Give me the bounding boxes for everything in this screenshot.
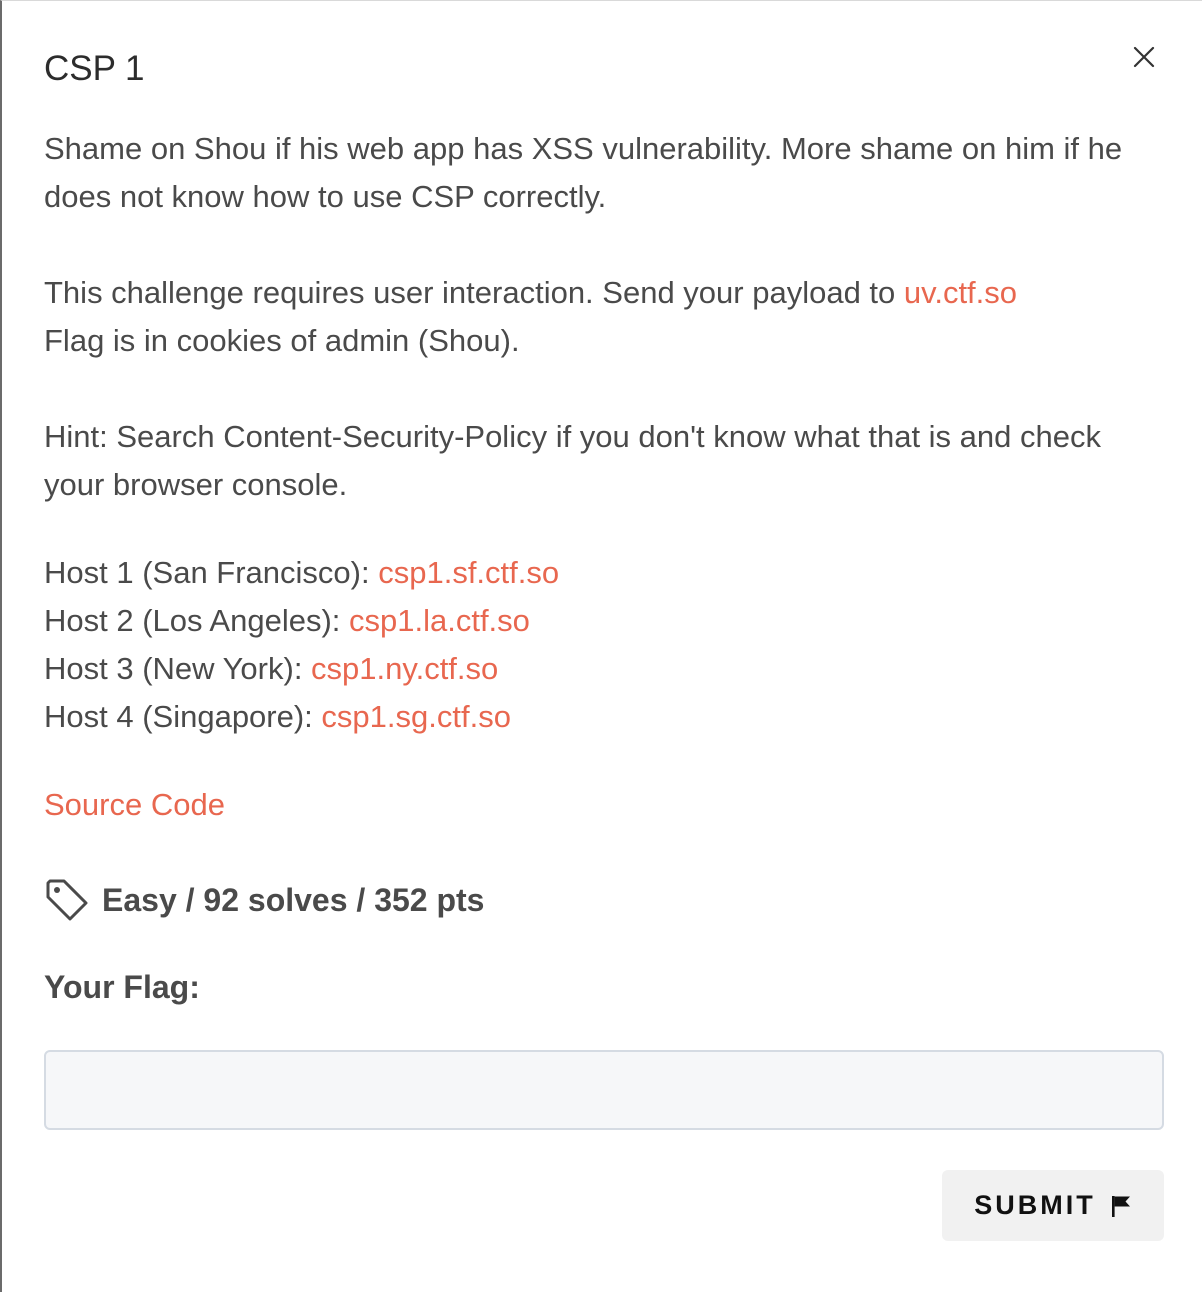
source-code-link[interactable]: Source Code [44, 787, 225, 822]
flag-input[interactable] [44, 1050, 1164, 1130]
challenge-modal: CSP 1 Shame on Shou if his web app has X… [0, 0, 1202, 1292]
flag-icon [1111, 1195, 1130, 1217]
source-code-row: Source Code [44, 781, 225, 829]
host-label: Host 2 (Los Angeles): [44, 603, 349, 638]
submit-label: SUBMIT [974, 1190, 1096, 1220]
host-link-ny[interactable]: csp1.ny.ctf.so [311, 651, 498, 686]
payload-link[interactable]: uv.ctf.so [904, 275, 1017, 310]
challenge-meta: Easy / 92 solves / 352 pts [44, 873, 484, 927]
modal-title: CSP 1 [44, 49, 145, 88]
submit-button[interactable]: SUBMIT [942, 1170, 1164, 1241]
hint-text: Hint: Search Content-Security-Policy if … [44, 419, 1101, 502]
host-line: Host 2 (Los Angeles): csp1.la.ctf.so [44, 597, 1160, 645]
host-label: Host 1 (San Francisco): [44, 555, 379, 590]
host-link-la[interactable]: csp1.la.ctf.so [349, 603, 530, 638]
description-paragraph-1: Shame on Shou if his web app has XSS vul… [44, 131, 1123, 214]
close-icon [1133, 46, 1155, 68]
flag-label: Your Flag: [44, 969, 200, 1005]
tag-icon [46, 879, 88, 921]
host-label: Host 4 (Singapore): [44, 699, 322, 734]
payload-instruction: This challenge requires user interaction… [44, 275, 904, 310]
flag-location-text: Flag is in cookies of admin (Shou). [44, 323, 520, 358]
host-link-sf[interactable]: csp1.sf.ctf.so [378, 555, 559, 590]
close-button[interactable] [1126, 39, 1162, 75]
host-line: Host 1 (San Francisco): csp1.sf.ctf.so [44, 549, 1160, 597]
challenge-description: Shame on Shou if his web app has XSS vul… [44, 125, 1160, 741]
host-line: Host 4 (Singapore): csp1.sg.ctf.so [44, 693, 1160, 741]
challenge-stats: Easy / 92 solves / 352 pts [102, 881, 485, 918]
host-line: Host 3 (New York): csp1.ny.ctf.so [44, 645, 1160, 693]
description-paragraph-2: This challenge requires user interaction… [44, 269, 1160, 317]
host-link-sg[interactable]: csp1.sg.ctf.so [321, 699, 511, 734]
host-label: Host 3 (New York): [44, 651, 312, 686]
